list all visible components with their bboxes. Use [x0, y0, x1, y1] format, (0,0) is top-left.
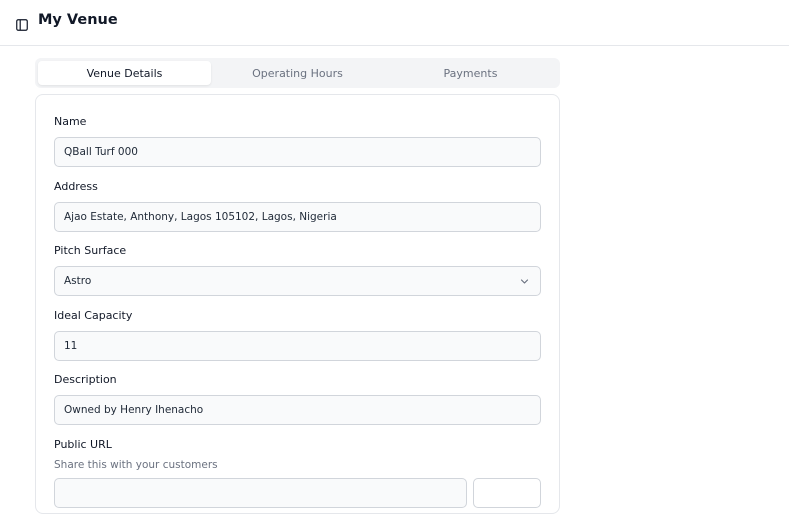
description-label: Description	[54, 373, 117, 386]
public-url-helper: Share this with your customers	[54, 459, 218, 471]
ideal-capacity-value: 11	[64, 340, 78, 352]
address-label: Address	[54, 180, 98, 193]
pitch-surface-label: Pitch Surface	[54, 244, 127, 257]
page-title: My Venue	[38, 12, 118, 28]
address-input[interactable]: Ajao Estate, Anthony, Lagos 105102, Lago…	[54, 202, 541, 232]
description-value: Owned by Henry Ihenacho	[64, 404, 204, 416]
address-input-value: Ajao Estate, Anthony, Lagos 105102, Lago…	[64, 211, 337, 223]
top-header: My Venue	[0, 0, 789, 46]
description-input[interactable]: Owned by Henry Ihenacho	[54, 395, 541, 425]
ideal-capacity-label: Ideal Capacity	[54, 309, 133, 322]
venue-tabs: Venue Details Operating Hours Payments	[35, 58, 560, 88]
tab-payments[interactable]: Payments	[384, 61, 557, 85]
pitch-surface-value: Astro	[64, 275, 92, 287]
sidebar-toggle-icon[interactable]	[16, 16, 28, 31]
public-url-label: Public URL	[54, 438, 112, 451]
name-label: Name	[54, 115, 87, 128]
name-input[interactable]: QBall Turf 000	[54, 137, 541, 167]
name-input-value: QBall Turf 000	[64, 146, 138, 158]
tab-operating-hours[interactable]: Operating Hours	[211, 61, 384, 85]
chevron-down-icon	[520, 277, 529, 286]
tab-venue-details[interactable]: Venue Details	[38, 61, 211, 85]
ideal-capacity-input[interactable]: 11	[54, 331, 541, 361]
pitch-surface-select[interactable]: Astro	[54, 266, 541, 296]
